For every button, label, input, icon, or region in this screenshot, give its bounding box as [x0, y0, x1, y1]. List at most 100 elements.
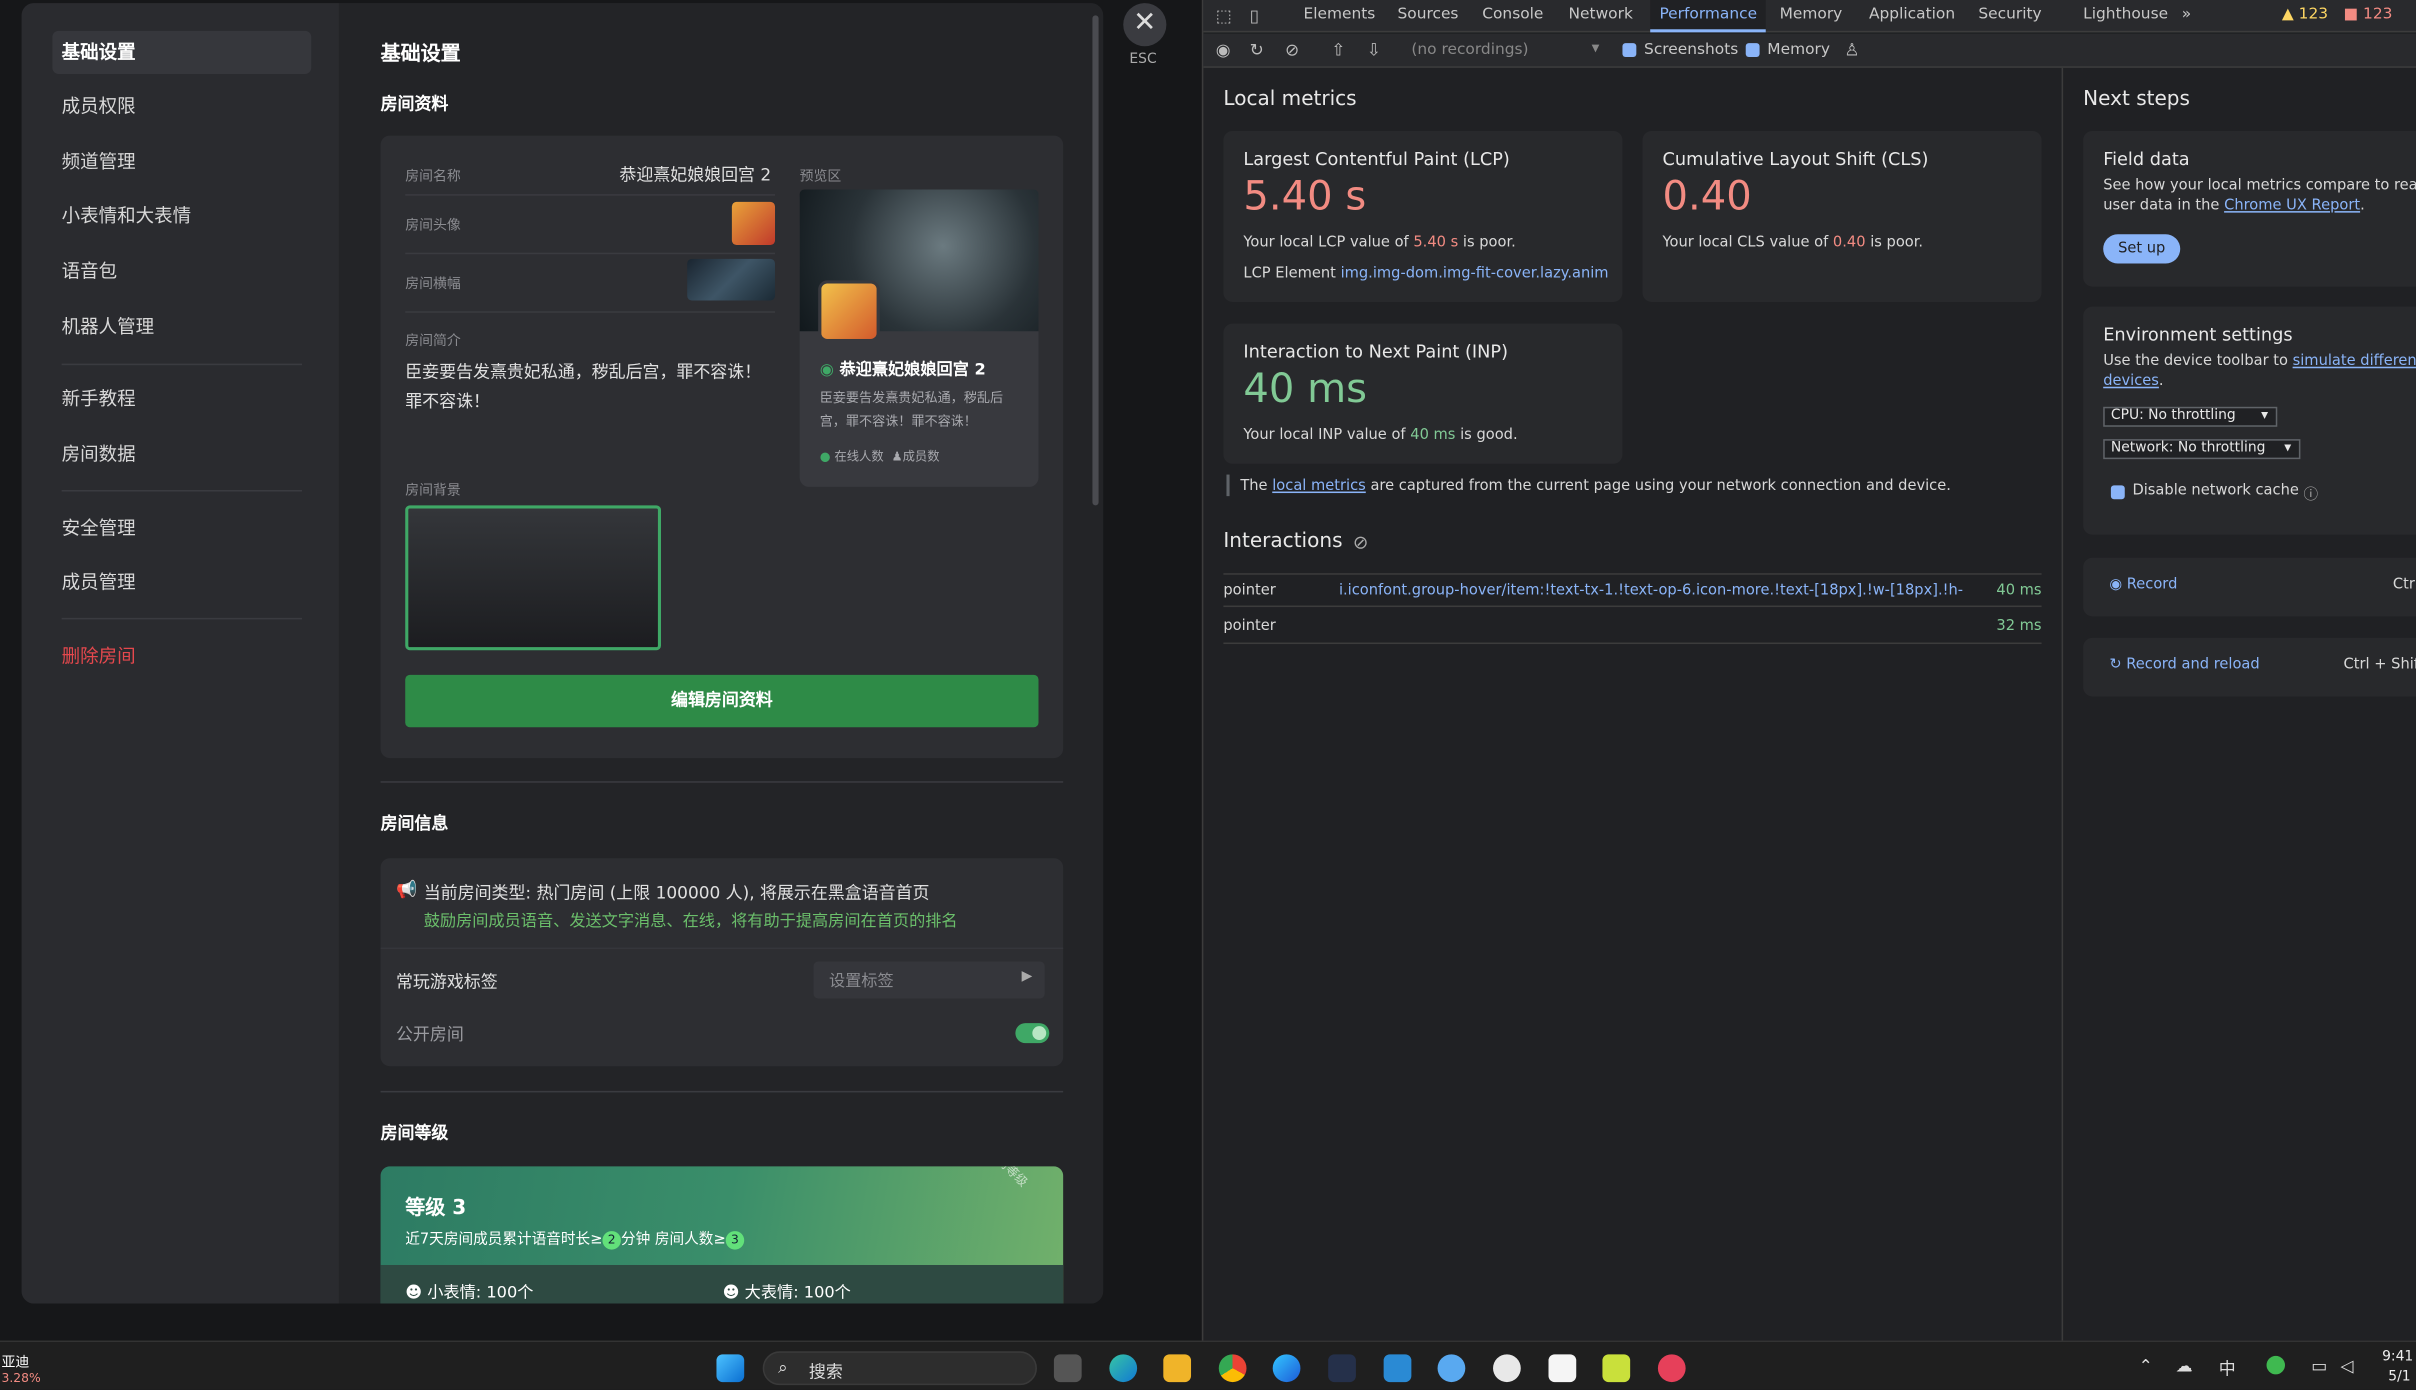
- local-metrics-link[interactable]: local metrics: [1272, 478, 1366, 495]
- intro-text: 臣妾要告发熹贵妃私通，秽乱后宫，罪不容诛！罪不容诛！: [405, 362, 762, 412]
- start-button-icon[interactable]: [716, 1354, 745, 1383]
- close-button[interactable]: ✕: [1123, 3, 1167, 47]
- edit-profile-button[interactable]: 编辑房间资料: [405, 674, 1039, 728]
- capture-settings-icon[interactable]: ♙: [1844, 40, 1859, 60]
- download-icon[interactable]: ⇩: [1367, 40, 1381, 60]
- preview-intro: 臣妾要告发熹贵妃私通，秽乱后宫，罪不容诛！罪不容诛！: [819, 391, 1004, 430]
- person-icon: ♟: [891, 449, 903, 464]
- more-tabs-icon[interactable]: »: [2182, 0, 2191, 32]
- clock-date[interactable]: 5/1: [2388, 1370, 2410, 1385]
- volume-icon[interactable]: ◁: [2340, 1356, 2353, 1376]
- record-icon: ◉: [2109, 576, 2127, 594]
- field-text-suffix: .: [2360, 197, 2365, 215]
- stock-widget-name[interactable]: 亚迪: [2, 1351, 30, 1371]
- tab-elements[interactable]: Elements: [1304, 0, 1376, 32]
- setup-button[interactable]: Set up: [2103, 234, 2181, 264]
- upload-icon[interactable]: ⇧: [1331, 40, 1345, 60]
- tray-chevron-up-icon[interactable]: ⌃: [2139, 1356, 2153, 1376]
- inp-desc-prefix: Your local INP value of: [1243, 426, 1406, 444]
- typora-icon[interactable]: [1548, 1354, 1577, 1383]
- memory-checkbox[interactable]: [1745, 43, 1760, 58]
- public-room-toggle[interactable]: [1015, 1023, 1050, 1044]
- tab-memory[interactable]: Memory: [1780, 0, 1843, 32]
- background-label: 房间背景: [405, 483, 461, 500]
- tab-sources[interactable]: Sources: [1398, 0, 1459, 32]
- avatar-thumbnail[interactable]: [731, 201, 776, 245]
- tab-application[interactable]: Application: [1869, 0, 1955, 32]
- sidebar-item-member-permissions[interactable]: 成员权限: [52, 85, 311, 128]
- level-title: 等级 3: [405, 1197, 467, 1221]
- chatgpt-icon[interactable]: [1493, 1354, 1521, 1383]
- errors-badge[interactable]: ■ 123: [2344, 0, 2393, 32]
- clock-time[interactable]: 9:41: [2382, 1350, 2413, 1365]
- chevron-down-icon: ▾: [1591, 40, 1600, 58]
- device-toolbar-icon[interactable]: ▯: [1250, 6, 1259, 26]
- sidebar-item-voice-pack[interactable]: 语音包: [52, 250, 311, 293]
- sidebar-item-room-data[interactable]: 房间数据: [52, 433, 311, 476]
- inspect-element-icon[interactable]: ⬚: [1216, 6, 1232, 26]
- record-icon[interactable]: ◉: [1216, 40, 1231, 60]
- ime-indicator[interactable]: 中: [2219, 1356, 2236, 1381]
- interaction-row[interactable]: pointer i.iconfont.group-hover/item:!tex…: [1223, 573, 2042, 608]
- sidebar-item-emojis[interactable]: 小表情和大表情: [52, 194, 311, 237]
- game-tag-select[interactable]: 设置标签 ▶: [813, 961, 1045, 999]
- lcp-element-link[interactable]: img.img-dom.img-fit-cover.lazy.anim: [1341, 265, 1609, 282]
- sidebar-item-delete-room[interactable]: 删除房间: [52, 635, 311, 678]
- tab-lighthouse[interactable]: Lighthouse: [2083, 0, 2168, 32]
- recordings-select[interactable]: (no recordings): [1411, 42, 1528, 59]
- sidebar-item-basic[interactable]: 基础设置: [52, 30, 312, 74]
- help-icon[interactable]: ⓘ: [2303, 482, 2318, 504]
- sidebar-item-tutorial[interactable]: 新手教程: [52, 377, 311, 420]
- tab-network[interactable]: Network: [1569, 0, 1633, 32]
- warnings-badge[interactable]: ▲ 123: [2282, 0, 2328, 32]
- level-requirement: 近7天房间成员累计语音时长≥ 2 分钟 房间人数≥ 3: [405, 1226, 745, 1250]
- lcp-title: Largest Contentful Paint (LCP): [1243, 147, 1510, 170]
- chrome-icon[interactable]: [1218, 1354, 1247, 1383]
- onedrive-icon[interactable]: ☁: [2176, 1356, 2193, 1376]
- level-benefits-bar: ☻ 小表情: 100个 ☻ 大表情: 100个: [380, 1264, 1064, 1304]
- network-throttling-select[interactable]: Network: No throttling ▾: [2103, 439, 2301, 460]
- network-icon[interactable]: ▭: [2311, 1356, 2327, 1376]
- divider: [405, 194, 776, 196]
- tab-console[interactable]: Console: [1482, 0, 1543, 32]
- taskbar-search[interactable]: ⌕ 搜索: [762, 1351, 1037, 1386]
- memory-label: Memory: [1767, 41, 1830, 59]
- app-icon[interactable]: [1272, 1354, 1301, 1383]
- app-icon[interactable]: [1328, 1354, 1356, 1383]
- vscode-icon[interactable]: [1383, 1354, 1412, 1383]
- app-icon[interactable]: [1657, 1354, 1686, 1383]
- banner-thumbnail[interactable]: [687, 258, 776, 301]
- reload-icon[interactable]: ↻: [1250, 40, 1264, 60]
- sidebar-item-bots[interactable]: 机器人管理: [52, 305, 311, 348]
- screenshots-checkbox[interactable]: [1622, 43, 1637, 58]
- sidebar-item-security[interactable]: 安全管理: [52, 507, 311, 550]
- app-icon[interactable]: [1437, 1354, 1466, 1383]
- simulate-devices-link[interactable]: simulate different: [2293, 353, 2416, 370]
- app-icon[interactable]: [1602, 1354, 1631, 1383]
- inp-card: Interaction to Next Paint (INP) 40 ms Yo…: [1223, 323, 1623, 464]
- sidebar-item-channels[interactable]: 频道管理: [52, 140, 311, 183]
- cpu-throttling-select[interactable]: CPU: No throttling ▾: [2103, 406, 2278, 427]
- record-reload-card[interactable]: ↻ Record and reload Ctrl + Shif: [2083, 637, 2416, 697]
- clear-icon[interactable]: ⊘: [1285, 40, 1299, 60]
- lcp-desc-prefix: Your local LCP value of: [1243, 234, 1409, 252]
- disable-cache-checkbox[interactable]: [2110, 485, 2125, 500]
- tab-security[interactable]: Security: [1978, 0, 2041, 32]
- record-card[interactable]: ◉ Record Ctr: [2083, 557, 2416, 617]
- modal-scrollbar[interactable]: [1092, 15, 1099, 506]
- chrome-ux-report-link[interactable]: Chrome UX Report: [2224, 197, 2360, 214]
- interaction-time: 40 ms: [1996, 582, 2042, 600]
- interaction-row[interactable]: pointer 32 ms: [1223, 610, 2042, 645]
- tab-performance[interactable]: Performance: [1650, 0, 1767, 33]
- task-view-icon[interactable]: [1053, 1354, 1082, 1383]
- close-icon: ✕: [1133, 6, 1157, 39]
- file-explorer-icon[interactable]: [1163, 1354, 1192, 1383]
- edge-icon[interactable]: [1109, 1354, 1138, 1383]
- app-tray-icon[interactable]: [2266, 1355, 2286, 1375]
- background-thumbnail[interactable]: [405, 505, 662, 651]
- sidebar-item-members[interactable]: 成员管理: [52, 561, 311, 604]
- preview-card: ◉ 恭迎熹妃娘娘回宫 2 臣妾要告发熹贵妃私通，秽乱后宫，罪不容诛！罪不容诛！ …: [799, 189, 1039, 487]
- clear-interactions-icon[interactable]: ⊘: [1353, 532, 1369, 554]
- devices-link[interactable]: devices: [2103, 373, 2159, 390]
- interaction-target[interactable]: i.iconfont.group-hover/item:!text-tx-1.!…: [1339, 582, 1963, 599]
